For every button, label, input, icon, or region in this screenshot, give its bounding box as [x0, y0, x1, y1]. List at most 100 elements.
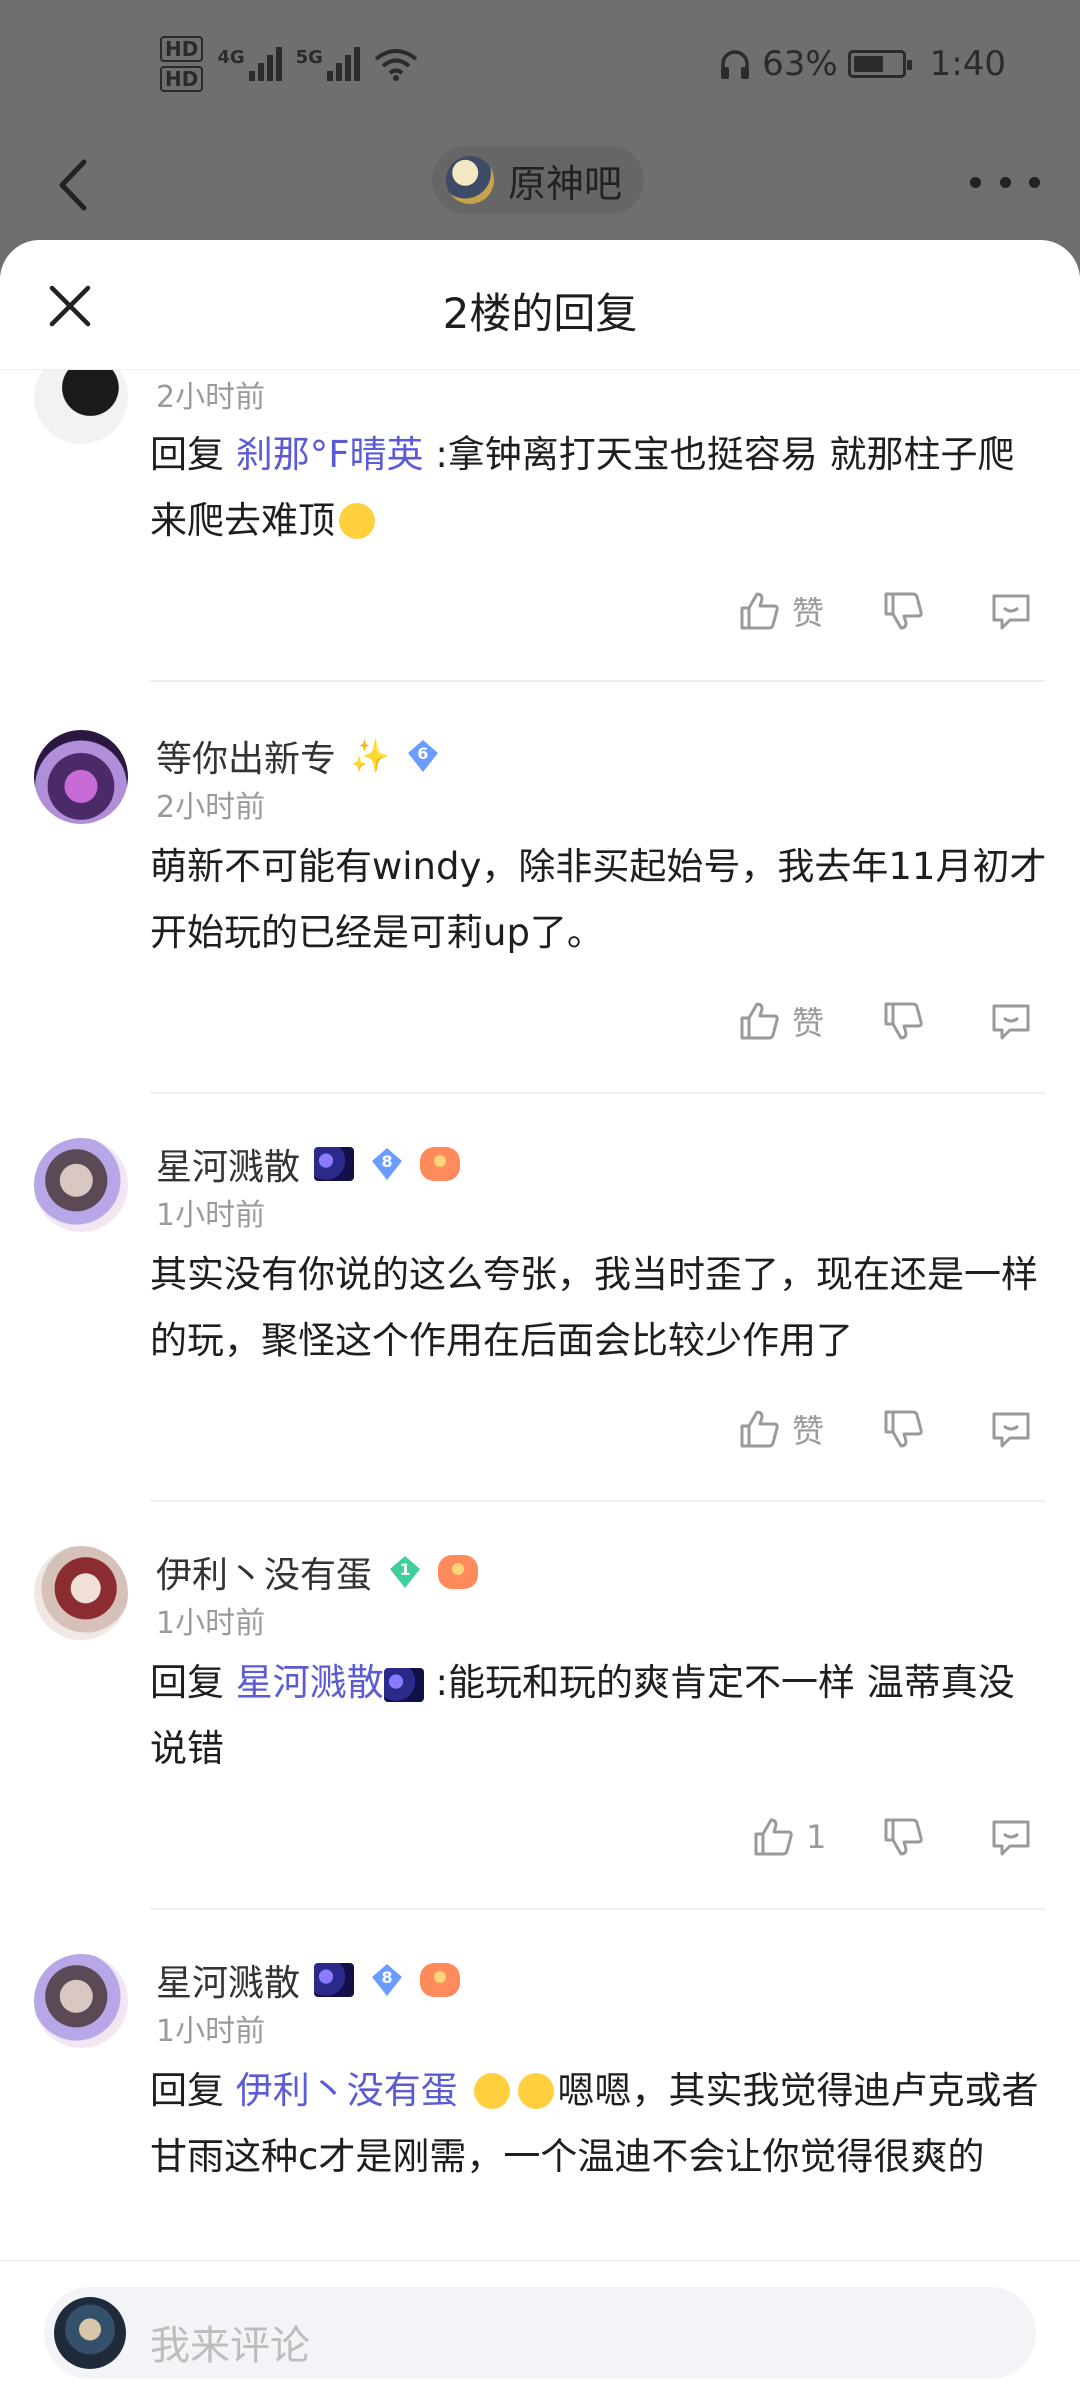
username[interactable]: 星河溅散	[156, 1954, 300, 2006]
reply-text: 萌新不可能有windy，除非买起始号，我去年11月初才开始玩的已经是可莉up了。	[150, 845, 1047, 954]
mention-link[interactable]: 星河溅散	[236, 1661, 384, 1704]
laugh-emoji-icon	[473, 2073, 510, 2109]
dislike-button[interactable]	[880, 998, 926, 1048]
comment-icon	[992, 594, 1030, 630]
status-bar: HD HD 4G 5G 63% 1:40	[0, 0, 1080, 140]
signal-bars-icon	[248, 47, 282, 81]
reply-actions: 赞	[0, 998, 1080, 1058]
reply-actions: 赞	[0, 588, 1080, 648]
comment-icon	[992, 1820, 1030, 1856]
like-button[interactable]: 赞	[736, 588, 824, 634]
reply-prefix: 回复	[150, 433, 224, 476]
reply-list[interactable]: 2小时前 回复 刹那°F晴英 :拿钟离打天宝也挺容易 就那柱子爬来爬去难顶 赞	[0, 370, 1080, 2270]
level-number: 1	[399, 1560, 411, 1579]
clock: 1:40	[929, 44, 1006, 84]
reply-time: 1小时前	[156, 1606, 266, 1641]
reply-content: 回复 刹那°F晴英 :拿钟离打天宝也挺容易 就那柱子爬来爬去难顶	[150, 422, 1050, 554]
sheet-title: 2楼的回复	[442, 289, 638, 338]
forum-avatar	[446, 156, 494, 204]
comment-composer: 我来评论	[0, 2260, 1080, 2400]
like-button[interactable]: 赞	[736, 998, 824, 1044]
avatar[interactable]	[34, 370, 128, 444]
name-row: 星河溅散 8	[156, 1954, 461, 2006]
divider	[150, 680, 1046, 682]
avatar[interactable]	[34, 1138, 128, 1232]
thumb-up-icon	[754, 1818, 793, 1856]
level-badge: 8	[368, 1961, 406, 1999]
status-left: HD HD 4G 5G	[160, 36, 418, 92]
thumb-up-icon	[740, 592, 779, 630]
name-row: 伊利丶没有蛋 1	[156, 1546, 479, 1598]
divider	[150, 1908, 1046, 1910]
reply-actions: 赞	[0, 1406, 1080, 1466]
divider	[150, 1092, 1046, 1094]
dislike-button[interactable]	[880, 588, 926, 638]
reply-content: 回复 伊利丶没有蛋 嗯嗯，其实我觉得迪卢克或者甘雨这种c才是刚需，一个温迪不会让…	[150, 2058, 1050, 2190]
headphones-icon	[721, 50, 750, 79]
thumb-down-icon	[884, 1410, 923, 1448]
hd-badge-1: HD	[160, 36, 204, 62]
mention-link[interactable]: 刹那°F晴英	[236, 433, 424, 476]
name-row: 星河溅散 8	[156, 1138, 461, 1190]
thumb-up-icon	[740, 1410, 779, 1448]
galaxy-emoji-icon	[314, 1963, 355, 1997]
smile-emoji-icon	[339, 503, 375, 539]
network-type-2: 5G	[295, 47, 323, 68]
level-badge: 1	[386, 1553, 424, 1591]
back-icon[interactable]	[44, 150, 104, 220]
divider	[150, 1500, 1046, 1502]
signal-1: 4G	[217, 47, 282, 81]
level-number: 8	[381, 1152, 393, 1171]
level-number: 6	[417, 744, 429, 763]
more-icon[interactable]	[970, 162, 1040, 202]
forum-title-pill[interactable]: 原神吧	[432, 146, 645, 214]
battery-icon	[847, 50, 912, 78]
avatar[interactable]	[34, 1954, 128, 2048]
username[interactable]: 伊利丶没有蛋	[156, 1546, 372, 1598]
hd-indicators: HD HD	[160, 36, 204, 92]
signal-2: 5G	[296, 47, 360, 81]
comment-icon	[992, 1412, 1030, 1448]
mention-link[interactable]: 伊利丶没有蛋	[236, 2069, 458, 2112]
reply-actions: 1	[0, 1814, 1080, 1874]
game-badge-icon	[420, 1147, 461, 1181]
my-avatar	[54, 2297, 126, 2369]
avatar[interactable]	[34, 1546, 128, 1640]
reply-prefix: 回复	[150, 2069, 224, 2112]
level-badge: 8	[368, 1145, 406, 1183]
thumb-down-icon	[884, 592, 923, 630]
dislike-button[interactable]	[880, 1406, 926, 1456]
comment-button[interactable]	[988, 1814, 1034, 1864]
username[interactable]: 星河溅散	[156, 1138, 300, 1190]
comment-button[interactable]	[988, 588, 1034, 638]
username[interactable]: 等你出新专	[156, 730, 336, 782]
like-label: 赞	[792, 594, 825, 632]
avatar[interactable]	[34, 730, 128, 824]
like-label: 赞	[792, 1004, 825, 1042]
comment-placeholder[interactable]: 我来评论	[150, 2313, 310, 2371]
hd-badge-2: HD	[160, 66, 204, 92]
galaxy-emoji-icon	[383, 1667, 424, 1702]
signal-bars-icon	[326, 47, 360, 81]
game-badge-icon	[420, 1963, 461, 1997]
reply-text: 其实没有你说的这么夸张，我当时歪了，现在还是一样的玩，聚怪这个作用在后面会比较少…	[150, 1253, 1038, 1362]
reply-sheet: 2楼的回复 2小时前 回复 刹那°F晴英 :拿钟离打天宝也挺容易 就那柱子爬来爬…	[0, 240, 1080, 2400]
dislike-button[interactable]	[880, 1814, 926, 1864]
comment-button[interactable]	[988, 998, 1034, 1048]
status-right: 63% 1:40	[718, 44, 1006, 84]
like-button[interactable]: 赞	[736, 1406, 824, 1452]
thumb-up-icon	[740, 1002, 779, 1040]
level-number: 8	[381, 1968, 393, 1987]
reply-time: 2小时前	[156, 380, 266, 415]
comment-button[interactable]	[988, 1406, 1034, 1456]
reply-prefix: 回复	[150, 1661, 224, 1704]
thumb-down-icon	[884, 1002, 923, 1040]
app-header: 原神吧	[0, 140, 1080, 240]
forum-name: 原神吧	[508, 161, 623, 206]
like-button[interactable]: 1	[750, 1814, 826, 1860]
galaxy-emoji-icon	[314, 1147, 355, 1181]
network-type-1: 4G	[217, 47, 245, 68]
reply-time: 1小时前	[156, 1198, 266, 1233]
reply-content: 其实没有你说的这么夸张，我当时歪了，现在还是一样的玩，聚怪这个作用在后面会比较少…	[150, 1242, 1050, 1374]
game-badge-icon	[438, 1555, 479, 1589]
